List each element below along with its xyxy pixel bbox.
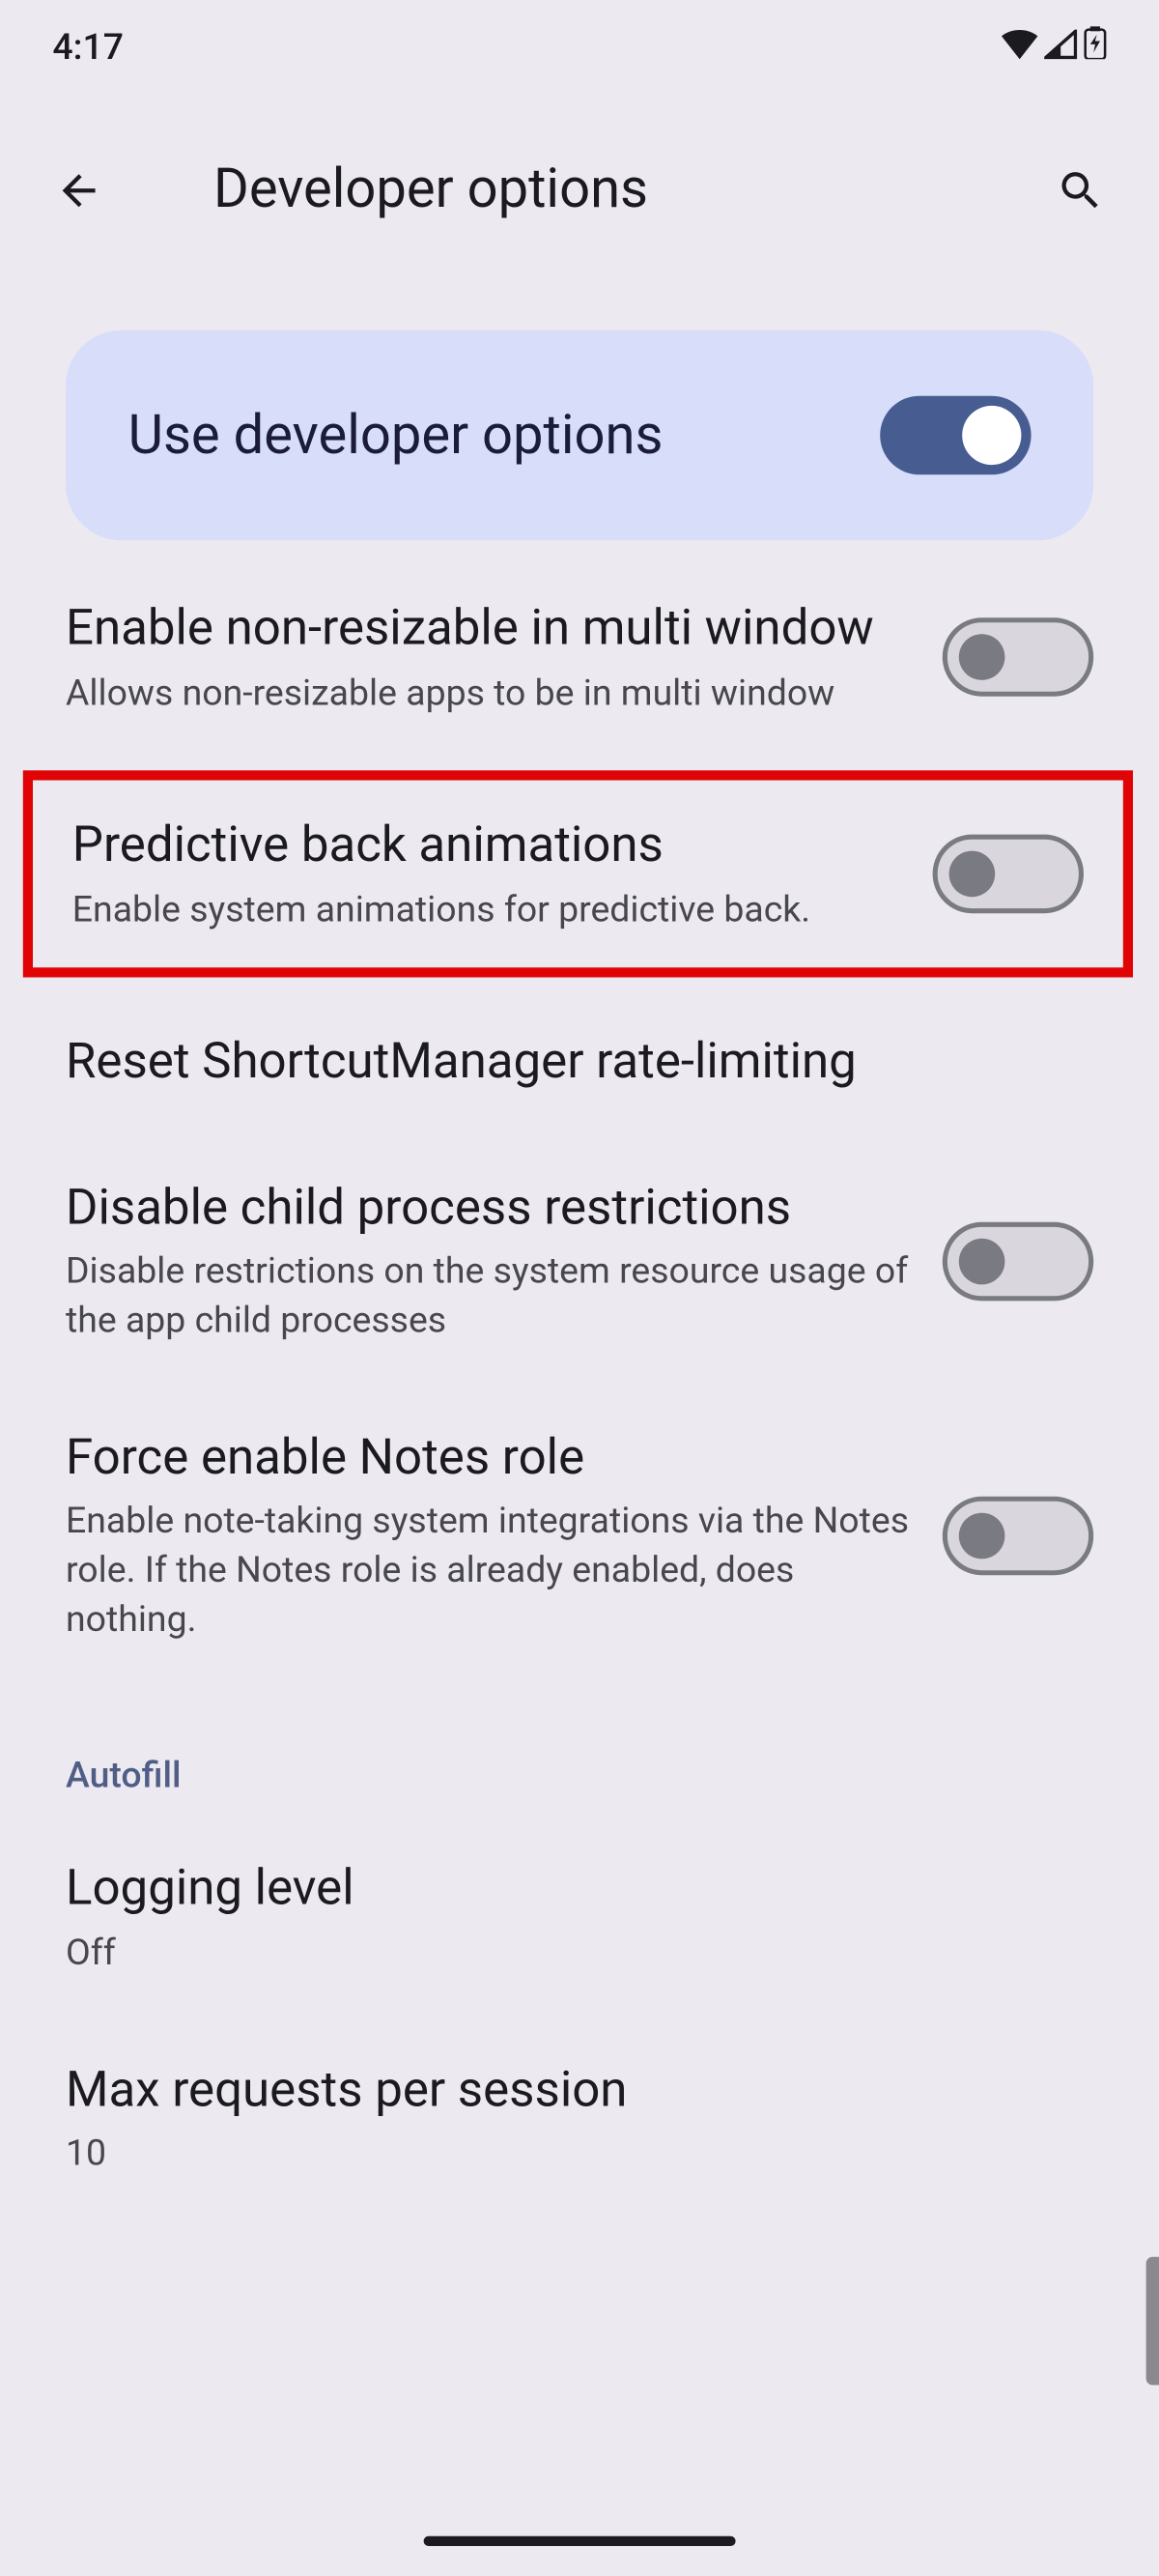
setting-desc: Allows non-resizable apps to be in multi… xyxy=(66,670,910,718)
wifi-icon xyxy=(1002,27,1037,69)
app-header: Developer options xyxy=(0,96,1159,285)
toggle-multiwindow[interactable] xyxy=(943,617,1093,697)
setting-title: Disable child process restrictions xyxy=(66,1176,910,1243)
setting-title: Enable non-resizable in multi window xyxy=(66,596,910,663)
toggle-notes-role[interactable] xyxy=(943,1496,1093,1575)
setting-title: Reset ShortcutManager rate-limiting xyxy=(66,1031,1093,1098)
setting-title: Predictive back animations xyxy=(72,814,900,880)
setting-logging-level[interactable]: Logging level Off xyxy=(0,1818,1159,2018)
hero-title: Use developer options xyxy=(128,403,664,467)
setting-notes-role[interactable]: Force enable Notes role Enable note-taki… xyxy=(0,1386,1159,1684)
status-icons xyxy=(1002,26,1107,69)
page-title: Developer options xyxy=(213,157,1048,221)
search-button[interactable] xyxy=(1048,157,1114,222)
setting-desc: Off xyxy=(66,1930,1093,1978)
setting-title: Force enable Notes role xyxy=(66,1425,910,1492)
toggle-developer-options[interactable] xyxy=(880,396,1031,475)
scroll-indicator[interactable] xyxy=(1146,2257,1159,2386)
setting-desc: 10 xyxy=(66,2131,1093,2179)
setting-title: Logging level xyxy=(66,1857,1093,1924)
arrow-left-icon xyxy=(54,165,103,215)
signal-icon xyxy=(1044,27,1077,69)
setting-max-requests[interactable]: Max requests per session 10 xyxy=(0,2018,1159,2218)
section-header-autofill: Autofill xyxy=(0,1684,1159,1818)
toggle-predictive-back[interactable] xyxy=(933,835,1084,914)
setting-desc: Disable restrictions on the system resou… xyxy=(66,1249,910,1347)
status-time: 4:17 xyxy=(52,27,124,69)
setting-title: Max requests per session xyxy=(66,2057,1093,2124)
highlighted-setting: Predictive back animations Enable system… xyxy=(23,771,1133,979)
content-area: Use developer options Enable non-resizab… xyxy=(0,284,1159,2218)
navigation-handle[interactable] xyxy=(424,2536,736,2546)
setting-desc: Enable note-taking system integrations v… xyxy=(66,1499,910,1645)
setting-multiwindow[interactable]: Enable non-resizable in multi window All… xyxy=(0,540,1159,758)
setting-desc: Enable system animations for predictive … xyxy=(72,886,900,934)
hero-card-developer-options[interactable]: Use developer options xyxy=(66,330,1093,541)
setting-child-process[interactable]: Disable child process restrictions Disab… xyxy=(0,1136,1159,1386)
status-bar: 4:17 xyxy=(0,0,1159,96)
search-icon xyxy=(1056,165,1105,215)
toggle-child-process[interactable] xyxy=(943,1221,1093,1301)
back-button[interactable] xyxy=(46,157,112,222)
setting-shortcut-reset[interactable]: Reset ShortcutManager rate-limiting xyxy=(0,991,1159,1136)
setting-predictive-back[interactable]: Predictive back animations Enable system… xyxy=(33,781,1123,968)
battery-icon xyxy=(1084,26,1107,69)
